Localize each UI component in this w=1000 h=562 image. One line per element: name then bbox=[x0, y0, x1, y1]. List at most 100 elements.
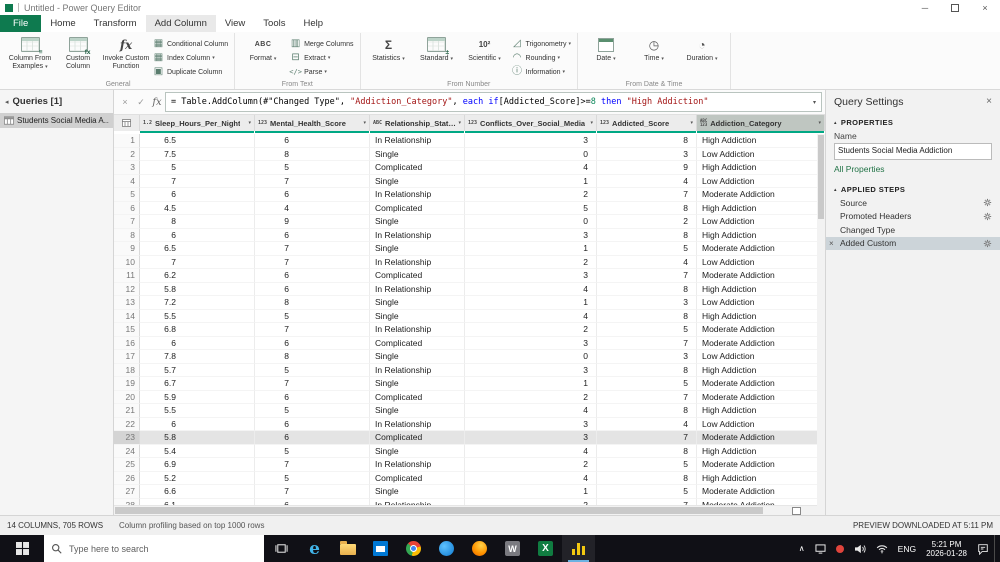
tab-add-column[interactable]: Add Column bbox=[145, 15, 216, 32]
cell[interactable]: In Relationship bbox=[370, 363, 465, 377]
cell[interactable]: Moderate Addiction bbox=[697, 377, 825, 391]
cell[interactable]: 7 bbox=[597, 336, 697, 350]
cell[interactable]: Single bbox=[370, 377, 465, 391]
cell[interactable]: 4 bbox=[597, 174, 697, 188]
cell[interactable]: 9 bbox=[597, 161, 697, 175]
cell[interactable]: 6 bbox=[255, 228, 370, 242]
applied-step-changed-type[interactable]: Changed Type bbox=[826, 223, 1000, 237]
edge-icon[interactable]: e bbox=[298, 535, 331, 562]
cell[interactable]: 7.8 bbox=[140, 350, 255, 364]
row-number[interactable]: 25 bbox=[114, 458, 140, 472]
column-type-icon[interactable]: ABC bbox=[373, 120, 382, 126]
cell[interactable]: 8 bbox=[597, 471, 697, 485]
cell[interactable]: 8 bbox=[597, 201, 697, 215]
cell[interactable]: High Addiction bbox=[697, 309, 825, 323]
ribbon-button-format[interactable]: ABC Format ▾ bbox=[239, 34, 287, 63]
cell[interactable]: 3 bbox=[597, 296, 697, 310]
cell[interactable]: 7 bbox=[597, 269, 697, 283]
cell[interactable]: 5.8 bbox=[140, 282, 255, 296]
cell[interactable]: 7 bbox=[255, 323, 370, 337]
cell[interactable]: 8 bbox=[597, 444, 697, 458]
cell[interactable]: Single bbox=[370, 444, 465, 458]
column-type-icon[interactable]: 123 bbox=[600, 120, 609, 126]
cell[interactable]: 4 bbox=[255, 201, 370, 215]
column-type-icon[interactable]: 1.2 bbox=[143, 120, 152, 126]
cell[interactable]: Moderate Addiction bbox=[697, 323, 825, 337]
cell[interactable]: Low Addiction bbox=[697, 350, 825, 364]
column-header-relationship-status[interactable]: ABC Relationship_Status ▾ bbox=[370, 115, 465, 131]
column-type-icon[interactable]: 123 bbox=[468, 120, 477, 126]
vertical-scrollbar-thumb[interactable] bbox=[818, 135, 824, 219]
cell[interactable]: Single bbox=[370, 215, 465, 229]
cell[interactable]: 2 bbox=[465, 390, 597, 404]
delete-step-icon[interactable]: × bbox=[829, 239, 840, 248]
cell[interactable]: 7.2 bbox=[140, 296, 255, 310]
row-number[interactable]: 3 bbox=[114, 161, 140, 175]
cell[interactable]: Complicated bbox=[370, 336, 465, 350]
cell[interactable]: 6 bbox=[255, 282, 370, 296]
app-blue-icon[interactable] bbox=[430, 535, 463, 562]
applied-steps-section-header[interactable]: ▴ APPLIED STEPS bbox=[826, 180, 1000, 196]
tab-file[interactable]: File bbox=[0, 15, 42, 32]
row-number[interactable]: 14 bbox=[114, 309, 140, 323]
row-number[interactable]: 27 bbox=[114, 485, 140, 499]
cell[interactable]: 1 bbox=[465, 296, 597, 310]
ribbon-button-date[interactable]: Date ▾ bbox=[582, 34, 630, 63]
cell[interactable]: 7 bbox=[255, 485, 370, 499]
cell[interactable]: 5 bbox=[255, 363, 370, 377]
cell[interactable]: Moderate Addiction bbox=[697, 188, 825, 202]
cell[interactable]: Moderate Addiction bbox=[697, 269, 825, 283]
cell[interactable]: 6 bbox=[255, 336, 370, 350]
row-number[interactable]: 12 bbox=[114, 282, 140, 296]
cell[interactable]: 7 bbox=[597, 188, 697, 202]
cell[interactable]: Complicated bbox=[370, 390, 465, 404]
cell[interactable]: 0 bbox=[465, 215, 597, 229]
cell[interactable]: Single bbox=[370, 147, 465, 161]
ribbon-button-invoke-custom-function[interactable]: fx Invoke Custom Function bbox=[102, 34, 150, 71]
cell[interactable]: 8 bbox=[255, 350, 370, 364]
cell[interactable]: In Relationship bbox=[370, 323, 465, 337]
ribbon-button-conditional-column[interactable]: ▦ Conditional Column bbox=[150, 37, 230, 51]
ribbon-button-duplicate-column[interactable]: ▣ Duplicate Column bbox=[150, 65, 230, 79]
cell[interactable]: 3 bbox=[597, 350, 697, 364]
filter-dropdown-icon[interactable]: ▾ bbox=[688, 120, 693, 126]
cell[interactable]: 7 bbox=[255, 377, 370, 391]
volume-icon[interactable] bbox=[849, 544, 871, 554]
filter-dropdown-icon[interactable]: ▾ bbox=[361, 120, 366, 126]
cell[interactable]: High Addiction bbox=[697, 471, 825, 485]
cell[interactable]: Low Addiction bbox=[697, 174, 825, 188]
row-number[interactable]: 23 bbox=[114, 431, 140, 445]
action-center-button[interactable] bbox=[972, 543, 994, 555]
row-number[interactable]: 5 bbox=[114, 188, 140, 202]
row-number[interactable]: 8 bbox=[114, 228, 140, 242]
cell[interactable]: 7.5 bbox=[140, 147, 255, 161]
cell[interactable]: High Addiction bbox=[697, 134, 825, 148]
cell[interactable]: 5 bbox=[255, 161, 370, 175]
cell[interactable]: Complicated bbox=[370, 161, 465, 175]
clock[interactable]: 5:21 PM 2026-01-28 bbox=[921, 540, 972, 558]
filter-dropdown-icon[interactable]: ▾ bbox=[456, 120, 461, 126]
cell[interactable]: 4 bbox=[465, 471, 597, 485]
cell[interactable]: 6 bbox=[140, 188, 255, 202]
maximize-button[interactable] bbox=[940, 0, 970, 15]
cell[interactable]: 7 bbox=[255, 242, 370, 256]
tab-home[interactable]: Home bbox=[41, 15, 84, 32]
column-type-icon[interactable]: ABC 123 bbox=[700, 119, 707, 127]
cell[interactable]: 5 bbox=[465, 201, 597, 215]
ribbon-button-trigonometry[interactable]: ◿ Trigonometry ▾ bbox=[509, 37, 574, 51]
cell[interactable]: 0 bbox=[465, 147, 597, 161]
cell[interactable]: In Relationship bbox=[370, 134, 465, 148]
cell[interactable]: 5 bbox=[255, 444, 370, 458]
cell[interactable]: 6 bbox=[140, 417, 255, 431]
language-indicator[interactable]: ENG bbox=[893, 544, 921, 554]
cell[interactable]: 5 bbox=[140, 161, 255, 175]
column-header-addiction-category[interactable]: ABC 123 Addiction_Category ▾ bbox=[697, 115, 825, 131]
cell[interactable]: 5.5 bbox=[140, 309, 255, 323]
cell[interactable]: 7 bbox=[140, 174, 255, 188]
column-type-icon[interactable]: 123 bbox=[258, 120, 267, 126]
tab-help[interactable]: Help bbox=[294, 15, 332, 32]
network-icon[interactable] bbox=[871, 544, 893, 554]
tab-tools[interactable]: Tools bbox=[254, 15, 294, 32]
filter-dropdown-icon[interactable]: ▾ bbox=[588, 120, 593, 126]
file-explorer-icon[interactable] bbox=[331, 535, 364, 562]
